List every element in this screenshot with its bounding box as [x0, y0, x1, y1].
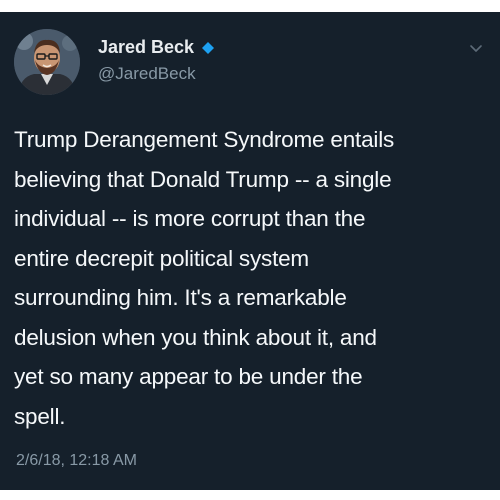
tweet-text-line: Trump Derangement Syndrome entails [14, 127, 395, 152]
chevron-down-icon[interactable] [468, 40, 484, 56]
tweet-text: Trump Derangement Syndrome entails belie… [14, 120, 490, 436]
author-handle[interactable]: @JaredBeck [98, 64, 196, 84]
tweet-text-line: surrounding him. It's a remarkable [14, 285, 347, 310]
tweet-card: Jared Beck @JaredBeck Trump Derangement … [0, 12, 500, 490]
tweet-text-line: believing that Donald Trump -- a single [14, 166, 392, 192]
tweet-text-line: individual -- is more corrupt than the [14, 206, 366, 231]
tweet-text-line: yet so many appear to be under the [14, 364, 363, 389]
tweet-text-line: delusion when you think about it, and [14, 324, 377, 350]
tweet-text-line: spell. [14, 403, 66, 429]
tweet-text-line: entire decrepit political system [14, 245, 309, 271]
avatar[interactable] [14, 29, 80, 95]
tweet-timestamp[interactable]: 2/6/18, 12:18 AM [16, 452, 137, 470]
verified-badge-icon [202, 41, 215, 54]
author-display-name[interactable]: Jared Beck [98, 37, 215, 58]
avatar-image [14, 29, 80, 95]
author-display-name-text: Jared Beck [98, 37, 195, 57]
